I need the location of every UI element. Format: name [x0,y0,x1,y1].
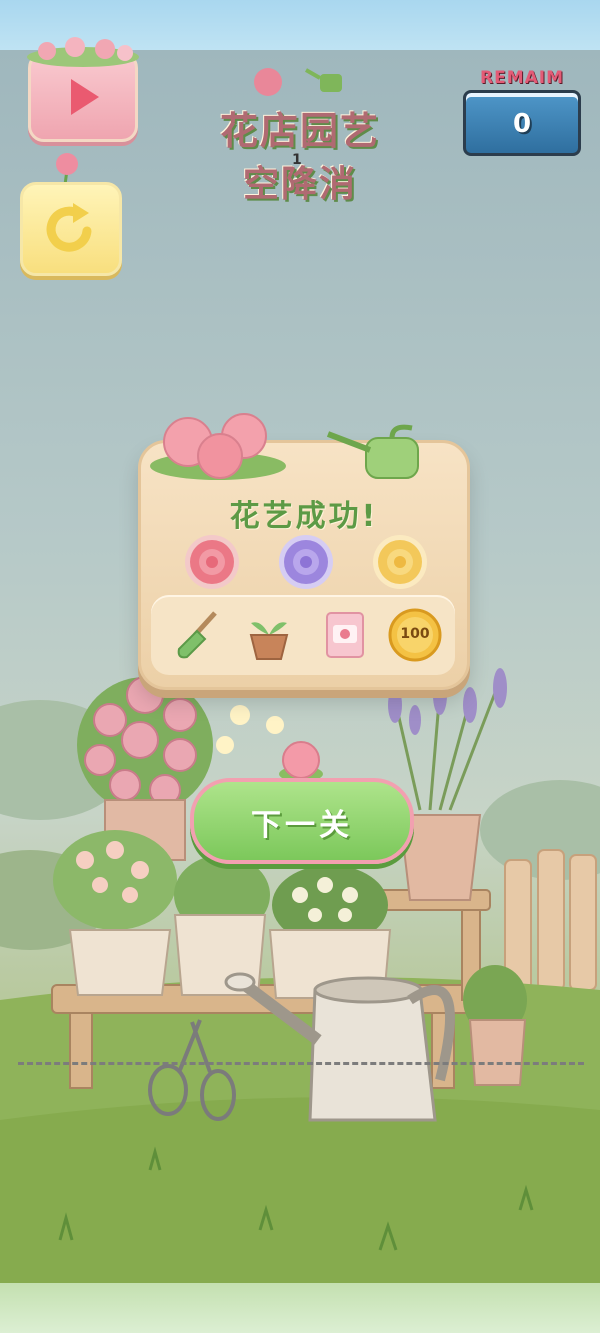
collected-flowers [181,533,431,591]
remain-label: REMAIM [479,68,565,88]
yellow-rose-icon [373,535,427,589]
flower-garland-icon [27,37,139,67]
remain-counter: REMAIM 0 [463,68,581,156]
seedling-pot-icon [249,622,289,660]
play-button[interactable] [27,37,139,142]
next-level-label: 下一关 [251,808,353,843]
drop-line [18,1062,584,1065]
title-line-1: 花店园艺 [219,108,380,153]
play-icon [71,79,99,115]
coin-reward: 100 [385,605,445,665]
card-rose-decoration-icon [150,413,286,480]
title-level-badge: 1 [292,152,302,168]
pink-rose-icon [185,535,239,589]
next-level-button[interactable]: 下一关 [190,778,414,864]
remain-box: 0 [463,90,581,156]
success-title: 花艺成功! [229,499,379,534]
refresh-icon [46,203,92,252]
coin-amount: 100 [400,626,430,642]
seed-packet-icon [326,612,364,658]
remain-value: 0 [512,109,532,139]
shovel-icon [177,611,217,659]
purple-rose-icon [279,535,333,589]
game-title-logo: 花店园艺 空降消 1 [200,64,400,205]
logo-rose-can-icon [254,68,342,96]
watering-can-icon [326,424,419,479]
restart-button[interactable] [20,182,122,276]
rewards-bar: 100 [151,595,455,675]
bottom-grass-strip [0,1283,600,1333]
